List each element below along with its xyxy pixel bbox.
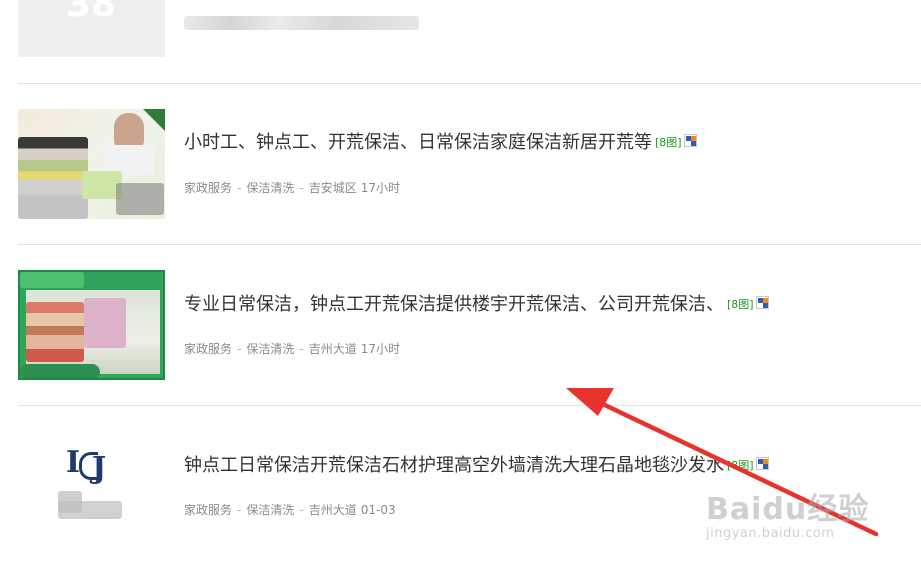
listing-category[interactable]: 家政服务	[184, 181, 232, 195]
listing-thumbnail[interactable]	[18, 109, 165, 219]
listing-title-text[interactable]: 钟点工日常保洁开荒保洁石材护理高空外墙清洗大理石晶地毯沙发水	[184, 455, 724, 476]
meta-separator: -	[299, 342, 304, 356]
row-divider	[18, 244, 921, 245]
thumbnail-mosaic	[84, 298, 126, 348]
listing-title[interactable]: 专业日常保洁，钟点工开荒保洁提供楼宇开荒保洁、公司开荒保洁、 [8图]	[184, 293, 769, 317]
listing-subcategory[interactable]: 保洁清洗	[246, 181, 294, 195]
thumbnail-mosaic	[20, 272, 84, 288]
listing-title-text[interactable]: 专业日常保洁，钟点工开荒保洁提供楼宇开荒保洁、公司开荒保洁、	[184, 294, 724, 315]
shop-badge-icon	[683, 134, 697, 147]
meta-separator: -	[299, 503, 304, 517]
listing-thumbnail[interactable]: I J	[18, 431, 165, 541]
thumbnail-corner	[143, 109, 165, 131]
shop-badge-icon	[755, 296, 769, 309]
logo-letter-mark: I	[66, 445, 81, 480]
listing-category[interactable]: 家政服务	[184, 342, 232, 356]
row-divider	[18, 83, 921, 84]
meta-separator: -	[237, 503, 242, 517]
thumbnail-mosaic	[116, 183, 164, 215]
listing-title-text[interactable]: 小时工、钟点工、开荒保洁、日常保洁家庭保洁新居开荒等	[184, 132, 652, 153]
listing-title[interactable]: 钟点工日常保洁开荒保洁石材护理高空外墙清洗大理石晶地毯沙发水 [8图]	[184, 454, 769, 478]
listing-title[interactable]: 小时工、钟点工、开荒保洁、日常保洁家庭保洁新居开荒等 [8图]	[184, 131, 697, 155]
listing-thumbnail[interactable]: 38	[18, 0, 165, 57]
image-count-badge: [8图]	[727, 459, 754, 472]
thumbnail-placeholder-glyph: 38	[66, 0, 117, 25]
listing-thumbnail[interactable]	[18, 270, 165, 380]
listing-location[interactable]: 吉州大道	[309, 503, 357, 517]
thumbnail-mosaic	[26, 302, 84, 362]
listing-meta: 家政服务 - 保洁清洗 - 吉州大道 01-03	[184, 501, 396, 518]
listing-time: 01-03	[360, 503, 396, 517]
meta-separator: -	[299, 181, 304, 195]
listing-location[interactable]: 吉州大道	[309, 342, 357, 356]
listing-time: 17小时	[360, 342, 401, 356]
company-logo: I J	[66, 445, 110, 486]
listing-subcategory[interactable]: 保洁清洗	[246, 342, 294, 356]
listing-subcategory[interactable]: 保洁清洗	[246, 503, 294, 517]
listing-feed: 38 小时工、钟点工、开荒保洁、日常保洁家庭保洁新居开荒等 [8图] 家政服务 - 保…	[0, 0, 921, 564]
thumbnail-mosaic	[58, 501, 122, 519]
meta-separator: -	[237, 342, 242, 356]
blurred-meta	[184, 16, 419, 30]
thumbnail-person	[114, 113, 144, 147]
listing-category[interactable]: 家政服务	[184, 503, 232, 517]
shop-badge-icon	[755, 457, 769, 470]
image-count-badge: [8图]	[727, 298, 754, 311]
thumbnail-mosaic	[18, 137, 88, 219]
logo-letter-mark: J	[92, 451, 107, 486]
listing-meta: 家政服务 - 保洁清洗 - 吉州大道 17小时	[184, 340, 400, 357]
listing-meta: 家政服务 - 保洁清洗 - 吉安城区 17小时	[184, 179, 400, 196]
listing-location[interactable]: 吉安城区	[309, 181, 357, 195]
meta-separator: -	[237, 181, 242, 195]
listing-time: 17小时	[360, 181, 401, 195]
thumbnail-mosaic	[20, 364, 100, 378]
row-divider	[18, 405, 921, 406]
image-count-badge: [8图]	[655, 136, 682, 149]
